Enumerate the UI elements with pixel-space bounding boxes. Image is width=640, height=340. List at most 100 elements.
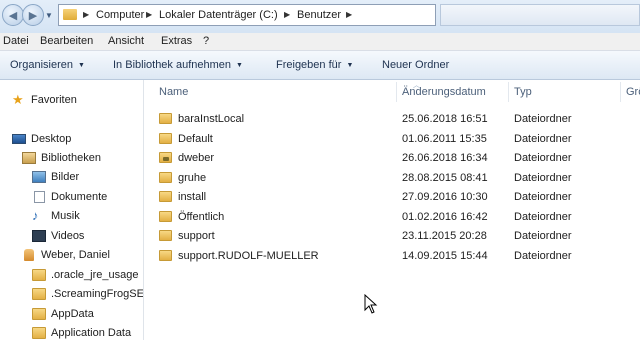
file-type: Dateiordner [514, 171, 572, 184]
lock-icon [163, 157, 169, 161]
breadcrumb-computer[interactable]: Computer [96, 9, 144, 21]
organize-button[interactable]: Organisieren ▼ [10, 59, 85, 71]
nav-item-label: Musik [51, 210, 80, 222]
music-icon: ♪ [32, 208, 39, 223]
address-bar[interactable]: ▶ Computer ▶ Lokaler Datenträger (C:) ▶ … [58, 4, 436, 26]
add-to-library-label: In Bibliothek aufnehmen [113, 59, 232, 71]
folder-icon [32, 308, 46, 320]
locked-folder-icon [159, 152, 172, 163]
menu-bar: Datei Bearbeiten Ansicht Extras ? [0, 33, 640, 51]
nav-item-label: Bibliotheken [41, 152, 101, 164]
file-type: Dateiordner [514, 113, 572, 125]
file-type: Dateiordner [514, 191, 572, 203]
table-row[interactable]: Default 01.06.2011 15:35 Dateiordner [144, 129, 640, 148]
command-bar: Organisieren ▼ In Bibliothek aufnehmen ▼ F… [0, 51, 640, 80]
pictures-icon [32, 171, 46, 183]
file-type: Dateiordner [514, 230, 572, 242]
chevron-down-icon: ▼ [236, 62, 243, 69]
file-date: 01.06.2011 15:35 [402, 132, 487, 145]
table-row[interactable]: dweber 26.06.2018 16:34 Dateiordner [144, 148, 640, 167]
new-folder-button[interactable]: Neuer Ordner [382, 59, 449, 71]
organize-label: Organisieren [10, 59, 73, 71]
file-date: 26.06.2018 16:34 [402, 152, 488, 164]
breadcrumb-drive[interactable]: Lokaler Datenträger (C:) [159, 9, 278, 21]
table-row[interactable]: support 23.11.2015 20:28 Dateiordner [144, 226, 640, 245]
folder-icon [159, 132, 172, 144]
navigation-pane: ★ Favoriten Desktop Bibliotheken Bilder … [0, 80, 144, 340]
desktop-icon [12, 134, 26, 144]
nav-item-label: .oracle_jre_usage [51, 269, 139, 281]
mouse-cursor-icon [364, 294, 378, 314]
address-area: ◀ ▶ ▼ ▶ Computer ▶ Lokaler Datenträger (… [0, 0, 640, 33]
back-arrow-icon: ◀ [8, 9, 18, 22]
file-type: Dateiordner [514, 132, 572, 145]
folder-icon [32, 327, 46, 339]
nav-item-label: .ScreamingFrogSE [51, 288, 144, 300]
documents-icon [34, 191, 45, 203]
file-name: support [178, 230, 215, 242]
breadcrumb-benutzer[interactable]: Benutzer [297, 9, 341, 21]
file-name: Default [178, 132, 213, 145]
folder-icon [32, 288, 46, 300]
folder-icon [159, 210, 172, 222]
column-header-date[interactable]: Änderungsdatum [402, 86, 486, 98]
nav-item-label: Application Data [51, 327, 132, 339]
menu-ansicht[interactable]: Ansicht [108, 35, 144, 47]
file-date: 01.02.2016 16:42 [402, 210, 488, 223]
file-name: install [178, 191, 207, 203]
table-row[interactable]: Öffentlich 01.02.2016 16:42 Dateiordner [144, 207, 640, 226]
nav-item-label: Weber, Daniel [41, 249, 110, 261]
table-row[interactable]: install 27.09.2016 10:30 Dateiordner [144, 187, 640, 206]
table-row[interactable]: baraInstLocal 25.06.2018 16:51 Dateiordner [144, 109, 640, 128]
file-date: 27.09.2016 10:30 [402, 191, 488, 203]
file-date: 28.08.2015 08:41 [402, 171, 488, 184]
file-name: gruhe [178, 171, 207, 184]
folder-icon [159, 249, 172, 261]
menu-datei[interactable]: Datei [3, 35, 29, 47]
file-date: 14.09.2015 15:44 [402, 249, 488, 262]
file-name: baraInstLocal [178, 113, 245, 125]
chevron-down-icon: ▼ [77, 62, 85, 69]
chevron-right-icon[interactable]: ▶ [346, 10, 352, 19]
nav-item-label: Favoriten [31, 94, 77, 106]
nav-item-label: Videos [51, 230, 85, 242]
star-icon: ★ [12, 92, 24, 107]
table-row[interactable]: support.RUDOLF-MUELLER 14.09.2015 15:44 Da… [144, 246, 640, 265]
file-type: Dateiordner [514, 152, 572, 164]
chevron-down-icon: ▼ [346, 62, 354, 69]
column-divider[interactable] [396, 82, 397, 102]
column-header-size[interactable]: Grö [626, 86, 640, 98]
chevron-right-icon[interactable]: ▶ [284, 10, 290, 19]
forward-arrow-icon: ▶ [28, 9, 38, 22]
menu-bearbeiten[interactable]: Bearbeiten [40, 35, 93, 47]
column-divider[interactable] [620, 82, 621, 102]
column-divider[interactable] [508, 82, 509, 102]
forward-button[interactable]: ▶ [22, 4, 44, 26]
search-input[interactable] [440, 4, 640, 26]
column-header-type[interactable]: Typ [514, 86, 532, 98]
folder-icon [63, 9, 77, 20]
chevron-right-icon[interactable]: ▶ [83, 10, 89, 19]
nav-item-label: Bilder [51, 171, 80, 183]
libraries-icon [22, 152, 36, 164]
file-type: Dateiordner [514, 210, 572, 223]
menu-help[interactable]: ? [203, 35, 209, 47]
share-with-button[interactable]: Freigeben für ▼ [276, 59, 353, 71]
folder-icon [159, 230, 172, 241]
nav-item-label: Dokumente [51, 191, 108, 203]
folder-icon [32, 269, 46, 281]
table-row[interactable]: gruhe 28.08.2015 08:41 Dateiordner [144, 168, 640, 187]
back-button[interactable]: ◀ [2, 4, 24, 26]
recent-pages-dropdown-icon[interactable]: ▼ [45, 11, 53, 20]
nav-item-label: Desktop [31, 133, 72, 145]
file-type: Dateiordner [514, 249, 572, 262]
file-name: dweber [178, 152, 215, 164]
add-to-library-button[interactable]: In Bibliothek aufnehmen ▼ [113, 59, 243, 71]
file-date: 25.06.2018 16:51 [402, 113, 488, 125]
menu-extras[interactable]: Extras [161, 35, 192, 47]
chevron-right-icon[interactable]: ▶ [146, 10, 152, 19]
nav-item-label: AppData [51, 308, 94, 320]
videos-icon [32, 230, 46, 242]
column-header-name[interactable]: Name [159, 86, 188, 98]
folder-icon [159, 191, 172, 202]
